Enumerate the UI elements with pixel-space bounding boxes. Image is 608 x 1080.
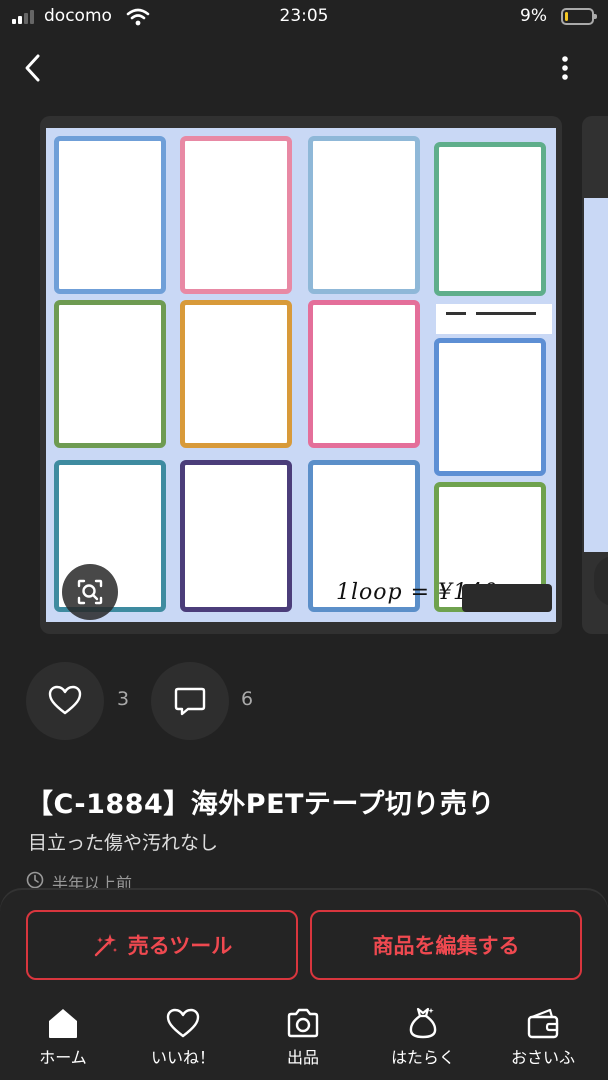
zoom-scan-icon [77, 579, 103, 605]
status-bar: docomo 23:05 9% [0, 0, 608, 34]
edit-item-button[interactable]: 商品を編集する [310, 910, 582, 980]
sparkle-icon [94, 934, 117, 957]
comment-button[interactable] [151, 662, 229, 740]
brand-label [436, 304, 552, 334]
tab-work[interactable]: はたらく [368, 1006, 478, 1076]
edit-item-label: 商品を編集する [372, 934, 520, 958]
sell-tool-button[interactable]: 売るツール [26, 910, 298, 980]
tab-label: いいね！ [150, 1048, 215, 1067]
frame-sticker [180, 460, 292, 612]
battery-percent: 9% [520, 6, 547, 26]
battery-icon [561, 8, 597, 25]
heart-icon [166, 1008, 200, 1038]
frame-sticker [308, 300, 420, 448]
tab-label: おさいふ [510, 1048, 575, 1067]
frame-sticker [434, 338, 546, 476]
home-icon [49, 1009, 77, 1038]
clock-icon [26, 871, 44, 889]
camera-icon [287, 1008, 319, 1038]
zoom-button[interactable] [62, 564, 118, 620]
back-button[interactable] [18, 50, 50, 86]
image-gallery[interactable]: 1loop = ¥140 [0, 116, 608, 636]
tab-label: はたらく [391, 1048, 455, 1067]
next-image-preview[interactable] [582, 116, 608, 634]
product-image[interactable]: 1loop = ¥140 [40, 116, 562, 634]
tab-label: ホーム [39, 1048, 87, 1067]
frame-sticker [180, 136, 292, 294]
more-vertical-icon[interactable] [550, 50, 580, 86]
like-button[interactable] [26, 662, 104, 740]
sticker-sheet-image: 1loop = ¥140 [46, 128, 556, 622]
item-condition: 目立った傷や汚れなし [28, 832, 219, 854]
tab-likes[interactable]: いいね！ [128, 1006, 238, 1076]
comment-count: 6 [241, 688, 254, 710]
sell-tool-label: 売るツール [127, 934, 233, 958]
tab-wallet[interactable]: おさいふ [488, 1006, 598, 1076]
clock: 23:05 [279, 6, 329, 26]
tab-home[interactable]: ホーム [8, 1006, 118, 1076]
frame-sticker [434, 142, 546, 296]
frame-sticker [308, 136, 420, 294]
wallet-icon [527, 1008, 559, 1039]
frame-sticker [54, 300, 166, 448]
battery-fill [565, 12, 568, 21]
redacted-area [462, 584, 552, 612]
comment-icon [174, 687, 206, 716]
frame-sticker [54, 136, 166, 294]
heart-icon [48, 685, 82, 715]
money-bag-icon [409, 1007, 437, 1039]
frame-sticker [180, 300, 292, 448]
tab-label: 出品 [286, 1048, 319, 1067]
tab-sell[interactable]: 出品 [248, 1006, 358, 1076]
like-count: 3 [117, 688, 130, 710]
item-title: 【C-1884】海外PETテープ切り売り [26, 789, 495, 820]
